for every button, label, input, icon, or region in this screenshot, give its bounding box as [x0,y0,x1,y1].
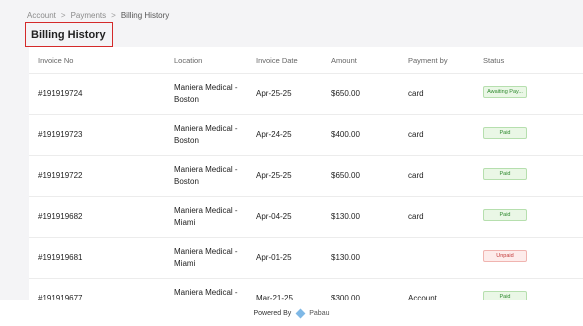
invoice-no-cell-text: #191919682 [38,212,83,221]
payment-by-cell: card [399,73,474,115]
invoice-date-cell: Apr-25-25 [247,155,322,197]
status-badge: Paid [483,127,527,139]
location-cell-text: Maniera Medical - ... [174,288,238,297]
breadcrumb-separator: > [60,11,66,20]
location-cell-text: Maniera Medical - Boston [174,124,238,145]
breadcrumb-payments[interactable]: Payments [71,11,107,20]
status-cell: Unpaid [474,237,583,279]
status-cell: Paid [474,155,583,197]
table-row[interactable]: #191919722 Maniera Medical - Boston Apr-25… [29,155,583,197]
invoice-no-cell-text: #191919681 [38,253,83,262]
invoice-date-cell: Mar-21-25 [247,278,322,300]
breadcrumb-account[interactable]: Account [27,11,56,20]
amount-cell: $400.00 [322,114,399,156]
invoice-date-cell-text: Apr-25-25 [256,89,292,98]
table-row[interactable]: #191919682 Maniera Medical - Miami Apr-04-… [29,196,583,238]
amount-cell: $130.00 [322,237,399,279]
amount-cell: $300.00 [322,278,399,300]
invoice-no-cell: #191919682 [29,196,165,238]
billing-table: Invoice No Location Invoice Date Amount … [29,47,583,300]
amount-cell-text: $650.00 [331,171,360,180]
footer: Powered By Pabau [0,300,583,326]
payment-by-cell: Account [399,278,474,300]
payment-by-cell: card [399,114,474,156]
invoice-date-cell: Apr-04-25 [247,196,322,238]
invoice-no-cell: #191919723 [29,114,165,156]
amount-cell-text: $130.00 [331,212,360,221]
status-cell: Paid [474,196,583,238]
column-header-location[interactable]: Location [165,47,247,74]
amount-cell: $130.00 [322,196,399,238]
status-badge: Paid [483,168,527,180]
table-header-row: Invoice No Location Invoice Date Amount … [29,47,583,74]
payment-by-cell: card [399,196,474,238]
page-title: Billing History [31,29,106,41]
table-row[interactable]: #191919723 Maniera Medical - Boston Apr-24… [29,114,583,156]
pabau-logo-icon [295,308,306,318]
column-header-status[interactable]: Status [474,47,583,74]
invoice-no-cell: #191919677 [29,278,165,300]
column-header-amount[interactable]: Amount [322,47,399,74]
invoice-no-cell: #191919681 [29,237,165,279]
payment-by-cell-text: card [408,130,424,139]
location-cell-text: Maniera Medical - Miami [174,247,238,268]
amount-cell: $650.00 [322,155,399,197]
invoice-date-cell-text: Apr-01-25 [256,253,292,262]
payment-by-cell-text: card [408,212,424,221]
status-badge: Unpaid [483,250,527,262]
column-header-invoice-date[interactable]: Invoice Date [247,47,322,74]
invoice-date-cell: Apr-01-25 [247,237,322,279]
amount-cell-text: $650.00 [331,89,360,98]
location-cell: Maniera Medical - Boston [165,114,247,156]
amount-cell: $650.00 [322,73,399,115]
brand-name[interactable]: Pabau [309,310,329,317]
status-cell: Awaiting Pay... [474,73,583,115]
invoice-date-cell: Apr-25-25 [247,73,322,115]
status-badge: Awaiting Pay... [483,86,527,98]
payment-by-cell-text: card [408,89,424,98]
location-cell: Maniera Medical - Miami [165,237,247,279]
location-cell-text: Maniera Medical - Boston [174,165,238,186]
table-row[interactable]: #191919681 Maniera Medical - Miami Apr-01-… [29,237,583,279]
invoice-no-cell-text: #191919723 [38,130,83,139]
location-cell: Maniera Medical - Miami [165,196,247,238]
amount-cell-text: $400.00 [331,130,360,139]
payment-by-cell: card [399,155,474,197]
payment-by-cell-text: card [408,171,424,180]
invoice-date-cell-text: Apr-04-25 [256,212,292,221]
powered-by-label: Powered By [253,309,292,317]
invoice-date-cell-text: Apr-25-25 [256,171,292,180]
table-row[interactable]: #191919677 Maniera Medical - ... Mar-21-25… [29,278,583,300]
page-title-highlight: Billing History [25,22,113,47]
invoice-no-cell: #191919724 [29,73,165,115]
location-cell: Maniera Medical - Boston [165,155,247,197]
breadcrumb-billing-history: Billing History [120,11,170,20]
payment-by-cell [399,237,474,279]
location-cell-text: Maniera Medical - Miami [174,206,238,227]
status-cell: Paid [474,278,583,300]
table-row[interactable]: #191919724 Maniera Medical - Boston Apr-25… [29,73,583,115]
status-badge: Paid [483,209,527,221]
column-header-payment-by[interactable]: Payment by [399,47,474,74]
breadcrumb-separator: > [111,11,116,20]
invoice-date-cell: Apr-24-25 [247,114,322,156]
amount-cell-text: $130.00 [331,253,360,262]
billing-table-panel: Invoice No Location Invoice Date Amount … [29,47,583,300]
breadcrumb: Account > Payments > Billing History [27,11,169,20]
invoice-no-cell-text: #191919724 [38,89,83,98]
invoice-no-cell-text: #191919722 [38,171,83,180]
location-cell-text: Maniera Medical - Boston [174,83,238,104]
location-cell: Maniera Medical - ... [165,278,247,300]
status-badge: Paid [483,291,527,300]
status-cell: Paid [474,114,583,156]
invoice-no-cell: #191919722 [29,155,165,197]
location-cell: Maniera Medical - Boston [165,73,247,115]
column-header-invoice-no[interactable]: Invoice No [29,47,165,74]
invoice-date-cell-text: Apr-24-25 [256,130,292,139]
